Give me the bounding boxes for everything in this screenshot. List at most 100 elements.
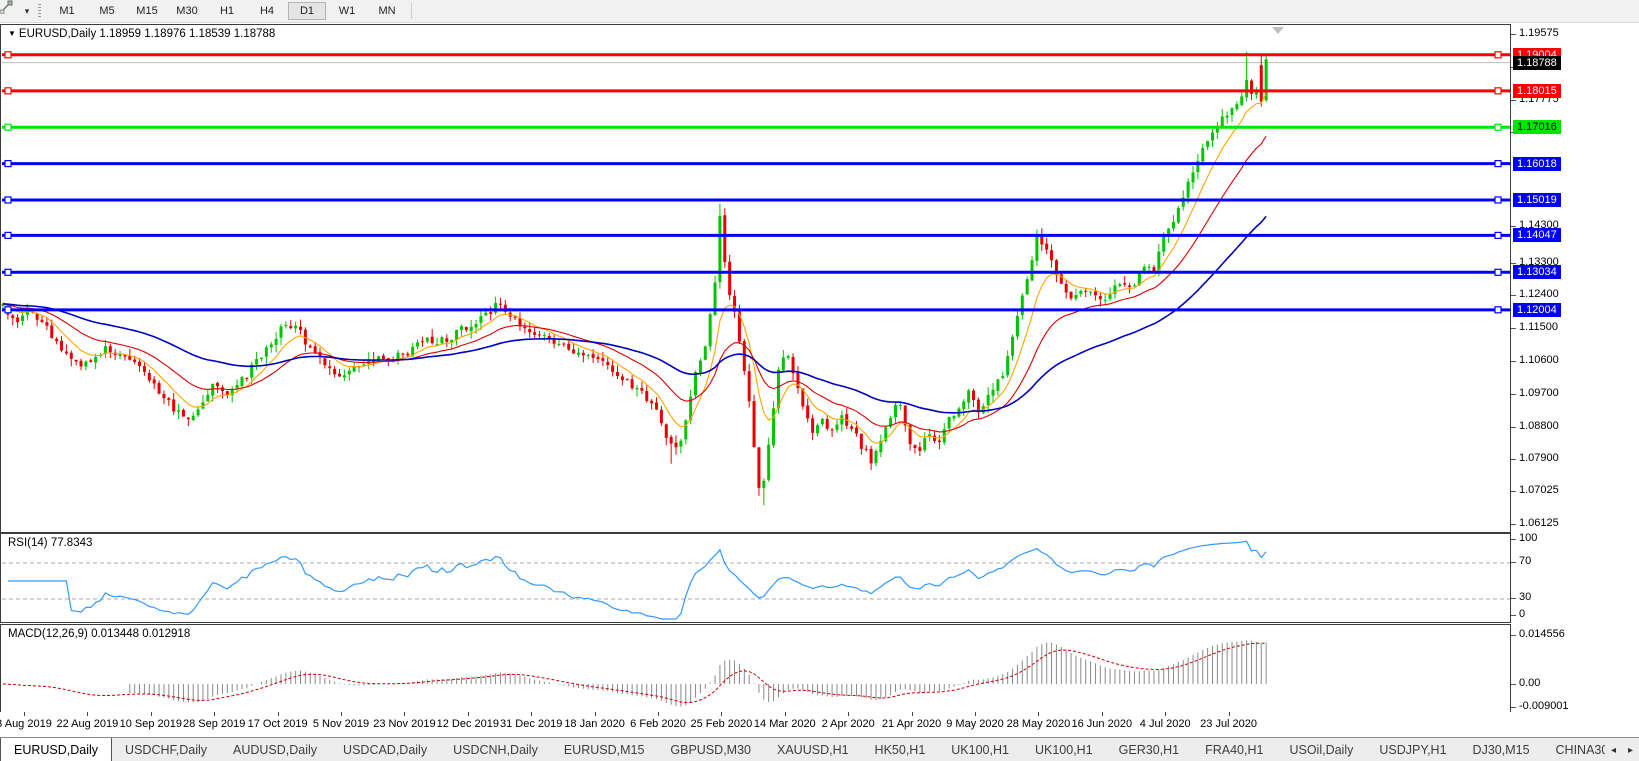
time-axis[interactable]: 3 Aug 201922 Aug 201910 Sep 201928 Sep 2…: [0, 712, 1511, 737]
tabs-scroll-right-icon[interactable]: ▸: [1622, 738, 1639, 761]
level-price-label: 1.17016: [1513, 120, 1561, 134]
level-handle[interactable]: [5, 232, 11, 238]
level-handle[interactable]: [1495, 161, 1501, 167]
axis-tick: [1511, 226, 1516, 227]
chart-tabs: EURUSD,DailyUSDCHF,DailyAUDUSD,DailyUSDC…: [0, 738, 1605, 761]
level-handle[interactable]: [5, 197, 11, 203]
chart-tab-usdcad-daily[interactable]: USDCAD,Daily: [330, 738, 440, 761]
rsi-label: RSI(14) 77.8343: [8, 537, 92, 549]
chart-tab-usdcnh-daily[interactable]: USDCNH,Daily: [440, 738, 551, 761]
chart-tab-audusd-daily[interactable]: AUDUSD,Daily: [220, 738, 330, 761]
time-axis-label: 3 Aug 2019: [0, 718, 52, 730]
chart-tab-xauusd-h1[interactable]: XAUUSD,H1: [764, 738, 862, 761]
price-axis[interactable]: 1.195751.186751.177751.168751.143001.133…: [1511, 24, 1639, 713]
level-handle[interactable]: [5, 88, 11, 94]
macd-label: MACD(12,26,9) 0.013448 0.012918: [8, 628, 190, 640]
timeframe-button-h4[interactable]: H4: [248, 2, 286, 20]
axis-tick: [1511, 361, 1516, 362]
time-axis-tick: [278, 712, 279, 716]
time-axis-tick: [151, 712, 152, 716]
level-handle[interactable]: [1495, 52, 1501, 58]
chart-tab-bar: EURUSD,DailyUSDCHF,DailyAUDUSD,DailyUSDC…: [0, 737, 1639, 761]
timeframe-button-m15[interactable]: M15: [128, 2, 166, 20]
axis-tick: [1511, 615, 1516, 616]
level-handle[interactable]: [5, 161, 11, 167]
chart-tab-usdchf-daily[interactable]: USDCHF,Daily: [112, 738, 220, 761]
time-axis-label: 10 Sep 2019: [120, 718, 182, 730]
candles: [2, 52, 1268, 506]
axis-tick: [1511, 707, 1516, 708]
rsi-panel[interactable]: RSI(14) 77.8343: [0, 533, 1511, 623]
time-axis-tick: [721, 712, 722, 716]
timeframe-button-m30[interactable]: M30: [168, 2, 206, 20]
chart-tab-dj30-m15[interactable]: DJ30,M15: [1460, 738, 1543, 761]
time-axis-tick: [468, 712, 469, 716]
time-axis-label: 14 Mar 2020: [754, 718, 816, 730]
horizontal-level-lines[interactable]: [2, 52, 1510, 313]
level-price-label: 1.12004: [1513, 303, 1561, 317]
level-handle[interactable]: [1495, 232, 1501, 238]
macd-canvas: [1, 625, 1510, 712]
timeframe-button-w1[interactable]: W1: [328, 2, 366, 20]
level-handle[interactable]: [5, 269, 11, 275]
rsi-tick-label: 0: [1519, 608, 1525, 620]
toolbar-drag-grip[interactable]: [38, 4, 41, 18]
chart-tab-china300-h4[interactable]: CHINA300,H4: [1543, 738, 1605, 761]
axis-tick: [1511, 635, 1516, 636]
level-handle[interactable]: [1495, 269, 1501, 275]
chart-tab-ger30-h1[interactable]: GER30,H1: [1106, 738, 1192, 761]
timeframe-button-m5[interactable]: M5: [88, 2, 126, 20]
level-handle[interactable]: [1495, 307, 1501, 313]
price-chart-canvas[interactable]: [1, 25, 1510, 532]
axis-tick: [1511, 263, 1516, 264]
time-axis-tick: [1102, 712, 1103, 716]
axis-tick: [1511, 34, 1516, 35]
axis-tick: [1511, 598, 1516, 599]
time-axis-tick: [214, 712, 215, 716]
macd-signal-line: [3, 643, 1266, 702]
chart-menu-caret-icon[interactable]: ▼: [8, 29, 16, 38]
chart-tab-uk100-h1[interactable]: UK100,H1: [1022, 738, 1106, 761]
macd-tick-label: 0.014556: [1519, 628, 1565, 640]
price-tick-label: 1.09700: [1519, 387, 1559, 399]
chart-tab-hk50-h1[interactable]: HK50,H1: [862, 738, 939, 761]
drawing-tool-icon[interactable]: [0, 1, 20, 21]
time-axis-label: 4 Jul 2020: [1140, 718, 1191, 730]
time-axis-label: 6 Feb 2020: [630, 718, 686, 730]
mt4-window: ▾ M1M5M15M30H1H4D1W1MN ▼EURUSD,Daily 1.1…: [0, 0, 1639, 761]
time-axis-label: 31 Dec 2019: [500, 718, 562, 730]
timeframe-button-m1[interactable]: M1: [48, 2, 86, 20]
chart-tab-gbpusd-m30[interactable]: GBPUSD,M30: [657, 738, 764, 761]
macd-panel[interactable]: MACD(12,26,9) 0.013448 0.012918: [0, 624, 1511, 713]
main-chart-panel[interactable]: ▼EURUSD,Daily 1.18959 1.18976 1.18539 1.…: [0, 24, 1511, 533]
timeframe-button-mn[interactable]: MN: [368, 2, 406, 20]
rsi-guide-lines: [2, 563, 1510, 599]
level-handle[interactable]: [1495, 197, 1501, 203]
price-tick-label: 1.10600: [1519, 354, 1559, 366]
chart-tab-usoil-daily[interactable]: USOil,Daily: [1276, 738, 1366, 761]
chart-tab-eurusd-daily[interactable]: EURUSD,Daily: [0, 738, 112, 761]
timeframe-button-h1[interactable]: H1: [208, 2, 246, 20]
axis-tick: [1511, 427, 1516, 428]
chart-title: ▼EURUSD,Daily 1.18959 1.18976 1.18539 1.…: [8, 28, 275, 40]
axis-tick: [1511, 562, 1516, 563]
time-axis-tick: [1165, 712, 1166, 716]
level-handle[interactable]: [5, 307, 11, 313]
price-tick-label: 1.07025: [1519, 484, 1559, 496]
time-axis-label: 2 Apr 2020: [822, 718, 875, 730]
chevron-down-icon[interactable]: ▾: [20, 6, 34, 17]
chart-tab-eurusd-m15[interactable]: EURUSD,M15: [551, 738, 658, 761]
level-handle[interactable]: [1495, 124, 1501, 130]
timeframe-button-d1[interactable]: D1: [288, 2, 326, 20]
rsi-canvas: [1, 534, 1510, 622]
chart-tab-uk100-h1[interactable]: UK100,H1: [938, 738, 1022, 761]
axis-tick: [1511, 459, 1516, 460]
chart-tab-usdjpy-h1[interactable]: USDJPY,H1: [1366, 738, 1459, 761]
level-handle[interactable]: [1495, 88, 1501, 94]
level-handle[interactable]: [5, 52, 11, 58]
ma-mid-line: [3, 136, 1266, 432]
drawing-tool-glyph: [0, 0, 14, 14]
level-handle[interactable]: [5, 124, 11, 130]
chart-tab-fra40-h1[interactable]: FRA40,H1: [1192, 738, 1276, 761]
tabs-scroll-left-icon[interactable]: ◂: [1605, 738, 1622, 761]
